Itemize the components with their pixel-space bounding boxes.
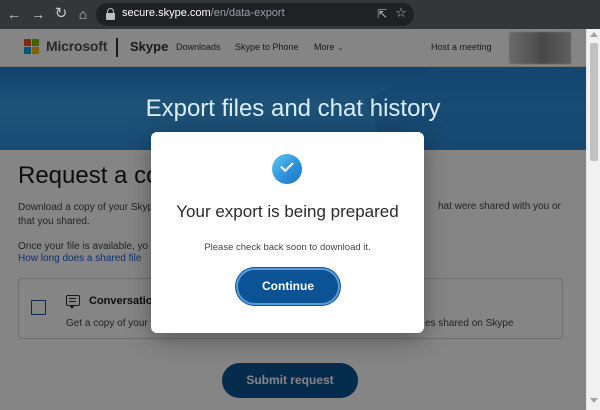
hero-title: Export files and chat history [145, 95, 441, 122]
export-modal: Your export is being prepared Please che… [151, 132, 424, 333]
scroll-down-icon[interactable] [590, 398, 598, 403]
address-bar[interactable]: secure.skype.com/en/data-export ⇱ ☆ [96, 3, 414, 26]
url-text[interactable]: secure.skype.com/en/data-export [122, 7, 285, 19]
modal-title: Your export is being prepared [176, 202, 399, 221]
page-viewport: Microsoft Skype Downloads Skype to Phone… [0, 29, 586, 410]
modal-message: Please check back soon to download it. [204, 242, 371, 253]
lock-icon[interactable] [106, 8, 115, 20]
continue-button[interactable]: Continue [236, 268, 340, 305]
scroll-up-icon[interactable] [590, 32, 598, 37]
back-arrow-icon[interactable]: ← [6, 6, 22, 22]
scroll-thumb[interactable] [590, 43, 598, 161]
reload-icon[interactable]: ↻ [53, 6, 69, 22]
bookmark-star-icon[interactable]: ☆ [394, 6, 408, 20]
forward-arrow-icon[interactable]: → [30, 6, 46, 22]
home-icon[interactable]: ⌂ [75, 6, 91, 22]
share-icon[interactable]: ⇱ [375, 7, 389, 21]
browser-toolbar: ← → ↻ ⌂ secure.skype.com/en/data-export … [0, 0, 600, 29]
vertical-scrollbar[interactable] [586, 29, 600, 410]
success-check-icon [272, 154, 302, 184]
